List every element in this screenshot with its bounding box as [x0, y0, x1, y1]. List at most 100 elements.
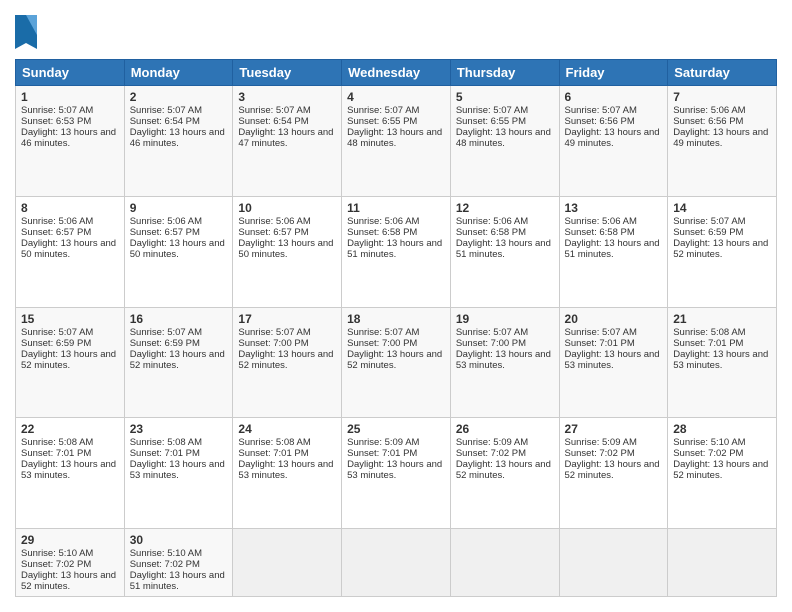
sunset-label: Sunset: 6:55 PM	[456, 116, 526, 127]
daylight-label: Daylight: 13 hours and 53 minutes.	[673, 349, 768, 371]
day-number: 22	[21, 422, 119, 436]
daylight-label: Daylight: 13 hours and 51 minutes.	[565, 238, 660, 260]
table-row: 17 Sunrise: 5:07 AM Sunset: 7:00 PM Dayl…	[233, 307, 342, 418]
sunset-label: Sunset: 7:01 PM	[130, 448, 200, 459]
table-row: 6 Sunrise: 5:07 AM Sunset: 6:56 PM Dayli…	[559, 86, 668, 197]
daylight-label: Daylight: 13 hours and 53 minutes.	[21, 459, 116, 481]
table-row: 30 Sunrise: 5:10 AM Sunset: 7:02 PM Dayl…	[124, 529, 233, 597]
day-number: 26	[456, 422, 554, 436]
sunset-label: Sunset: 7:02 PM	[130, 559, 200, 570]
day-number: 23	[130, 422, 228, 436]
table-row	[559, 529, 668, 597]
table-row: 20 Sunrise: 5:07 AM Sunset: 7:01 PM Dayl…	[559, 307, 668, 418]
col-monday: Monday	[124, 60, 233, 86]
sunset-label: Sunset: 7:00 PM	[456, 338, 526, 349]
daylight-label: Daylight: 13 hours and 52 minutes.	[673, 459, 768, 481]
table-row: 10 Sunrise: 5:06 AM Sunset: 6:57 PM Dayl…	[233, 196, 342, 307]
sunrise-label: Sunrise: 5:07 AM	[238, 327, 310, 338]
sunset-label: Sunset: 7:01 PM	[21, 448, 91, 459]
day-number: 28	[673, 422, 771, 436]
table-row	[233, 529, 342, 597]
sunrise-label: Sunrise: 5:07 AM	[21, 327, 93, 338]
sunset-label: Sunset: 6:59 PM	[21, 338, 91, 349]
sunrise-label: Sunrise: 5:07 AM	[130, 327, 202, 338]
sunrise-label: Sunrise: 5:08 AM	[238, 437, 310, 448]
table-row: 18 Sunrise: 5:07 AM Sunset: 7:00 PM Dayl…	[342, 307, 451, 418]
day-number: 9	[130, 201, 228, 215]
day-number: 17	[238, 312, 336, 326]
table-row: 21 Sunrise: 5:08 AM Sunset: 7:01 PM Dayl…	[668, 307, 777, 418]
sunset-label: Sunset: 7:02 PM	[565, 448, 635, 459]
day-number: 14	[673, 201, 771, 215]
sunset-label: Sunset: 6:58 PM	[456, 227, 526, 238]
day-number: 25	[347, 422, 445, 436]
sunset-label: Sunset: 6:59 PM	[130, 338, 200, 349]
table-row: 23 Sunrise: 5:08 AM Sunset: 7:01 PM Dayl…	[124, 418, 233, 529]
table-row: 9 Sunrise: 5:06 AM Sunset: 6:57 PM Dayli…	[124, 196, 233, 307]
sunset-label: Sunset: 7:01 PM	[565, 338, 635, 349]
table-row: 13 Sunrise: 5:06 AM Sunset: 6:58 PM Dayl…	[559, 196, 668, 307]
table-row: 16 Sunrise: 5:07 AM Sunset: 6:59 PM Dayl…	[124, 307, 233, 418]
daylight-label: Daylight: 13 hours and 46 minutes.	[21, 127, 116, 149]
sunrise-label: Sunrise: 5:08 AM	[130, 437, 202, 448]
sunset-label: Sunset: 6:57 PM	[21, 227, 91, 238]
sunset-label: Sunset: 6:55 PM	[347, 116, 417, 127]
daylight-label: Daylight: 13 hours and 52 minutes.	[456, 459, 551, 481]
day-number: 15	[21, 312, 119, 326]
calendar-header-row: Sunday Monday Tuesday Wednesday Thursday…	[16, 60, 777, 86]
daylight-label: Daylight: 13 hours and 52 minutes.	[673, 238, 768, 260]
sunset-label: Sunset: 7:00 PM	[347, 338, 417, 349]
col-friday: Friday	[559, 60, 668, 86]
logo-icon	[15, 15, 37, 49]
table-row: 2 Sunrise: 5:07 AM Sunset: 6:54 PM Dayli…	[124, 86, 233, 197]
sunrise-label: Sunrise: 5:07 AM	[673, 216, 745, 227]
col-wednesday: Wednesday	[342, 60, 451, 86]
col-saturday: Saturday	[668, 60, 777, 86]
table-row: 8 Sunrise: 5:06 AM Sunset: 6:57 PM Dayli…	[16, 196, 125, 307]
daylight-label: Daylight: 13 hours and 52 minutes.	[347, 349, 442, 371]
daylight-label: Daylight: 13 hours and 52 minutes.	[238, 349, 333, 371]
day-number: 6	[565, 90, 663, 104]
day-number: 3	[238, 90, 336, 104]
sunset-label: Sunset: 7:02 PM	[21, 559, 91, 570]
sunset-label: Sunset: 6:56 PM	[673, 116, 743, 127]
sunset-label: Sunset: 6:54 PM	[130, 116, 200, 127]
logo	[15, 15, 37, 49]
day-number: 30	[130, 533, 228, 547]
table-row: 5 Sunrise: 5:07 AM Sunset: 6:55 PM Dayli…	[450, 86, 559, 197]
sunset-label: Sunset: 7:02 PM	[456, 448, 526, 459]
sunrise-label: Sunrise: 5:10 AM	[21, 548, 93, 559]
day-number: 5	[456, 90, 554, 104]
sunrise-label: Sunrise: 5:07 AM	[21, 105, 93, 116]
sunrise-label: Sunrise: 5:08 AM	[21, 437, 93, 448]
col-tuesday: Tuesday	[233, 60, 342, 86]
sunset-label: Sunset: 6:56 PM	[565, 116, 635, 127]
table-row: 19 Sunrise: 5:07 AM Sunset: 7:00 PM Dayl…	[450, 307, 559, 418]
sunset-label: Sunset: 7:01 PM	[238, 448, 308, 459]
sunrise-label: Sunrise: 5:10 AM	[673, 437, 745, 448]
table-row: 24 Sunrise: 5:08 AM Sunset: 7:01 PM Dayl…	[233, 418, 342, 529]
sunset-label: Sunset: 7:01 PM	[347, 448, 417, 459]
sunset-label: Sunset: 6:53 PM	[21, 116, 91, 127]
calendar-table: Sunday Monday Tuesday Wednesday Thursday…	[15, 59, 777, 597]
calendar-page: Sunday Monday Tuesday Wednesday Thursday…	[0, 0, 792, 612]
daylight-label: Daylight: 13 hours and 51 minutes.	[347, 238, 442, 260]
sunset-label: Sunset: 7:02 PM	[673, 448, 743, 459]
calendar-week-row: 29 Sunrise: 5:10 AM Sunset: 7:02 PM Dayl…	[16, 529, 777, 597]
day-number: 1	[21, 90, 119, 104]
daylight-label: Daylight: 13 hours and 48 minutes.	[456, 127, 551, 149]
calendar-week-row: 22 Sunrise: 5:08 AM Sunset: 7:01 PM Dayl…	[16, 418, 777, 529]
sunrise-label: Sunrise: 5:07 AM	[565, 105, 637, 116]
daylight-label: Daylight: 13 hours and 53 minutes.	[238, 459, 333, 481]
table-row: 12 Sunrise: 5:06 AM Sunset: 6:58 PM Dayl…	[450, 196, 559, 307]
sunrise-label: Sunrise: 5:06 AM	[347, 216, 419, 227]
day-number: 8	[21, 201, 119, 215]
table-row: 7 Sunrise: 5:06 AM Sunset: 6:56 PM Dayli…	[668, 86, 777, 197]
sunset-label: Sunset: 6:57 PM	[130, 227, 200, 238]
table-row: 3 Sunrise: 5:07 AM Sunset: 6:54 PM Dayli…	[233, 86, 342, 197]
table-row: 27 Sunrise: 5:09 AM Sunset: 7:02 PM Dayl…	[559, 418, 668, 529]
sunrise-label: Sunrise: 5:06 AM	[565, 216, 637, 227]
table-row	[450, 529, 559, 597]
day-number: 18	[347, 312, 445, 326]
sunrise-label: Sunrise: 5:10 AM	[130, 548, 202, 559]
